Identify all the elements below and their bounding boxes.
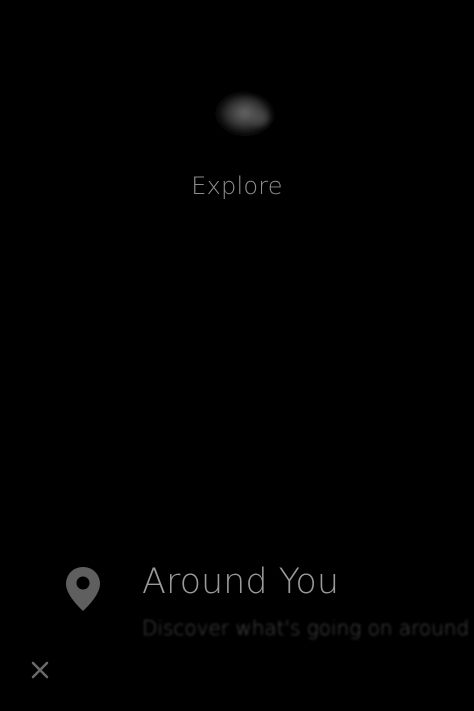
around-you-title: Around You — [142, 562, 340, 602]
around-you-subtitle: Discover what's going on around you — [142, 616, 474, 640]
location-pin-icon — [64, 566, 102, 612]
app-logo-icon — [202, 88, 280, 150]
close-icon — [31, 661, 49, 679]
close-button[interactable] — [26, 656, 54, 684]
around-you-item[interactable]: Around You Discover what's going on arou… — [0, 552, 474, 652]
page-title: Explore — [191, 172, 283, 200]
